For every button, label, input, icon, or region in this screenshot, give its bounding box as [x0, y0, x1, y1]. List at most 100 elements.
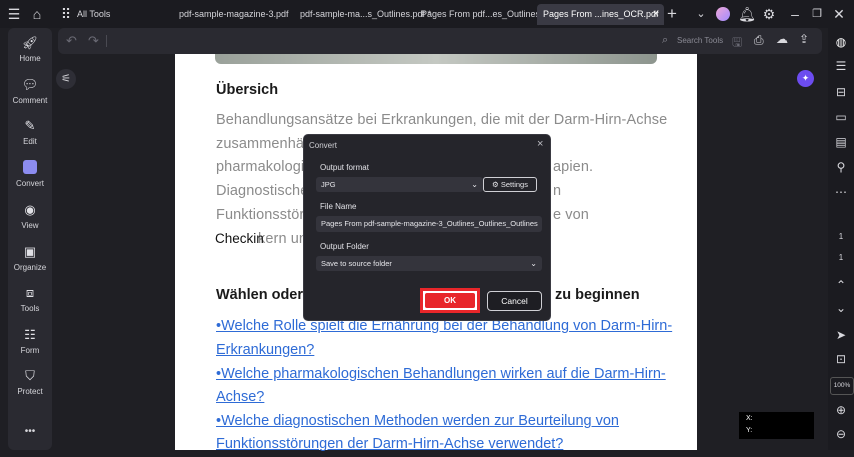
sidebar-item-edit[interactable]: ✎ Edit	[8, 118, 52, 146]
output-format-value: JPG	[321, 180, 336, 189]
grid-icon[interactable]: ⠿	[57, 5, 75, 23]
sidebar-item-protect[interactable]: ⛉ Protect	[8, 368, 52, 396]
print-icon[interactable]: ⎙	[754, 33, 764, 48]
close-window-icon[interactable]: ✕	[830, 5, 848, 23]
sidebar-item-label: Organize	[13, 263, 47, 272]
sidebar-item-convert[interactable]: Convert	[8, 160, 52, 188]
home-icon[interactable]: ⌂	[28, 5, 46, 23]
thumbnails-icon[interactable]: ☰	[833, 58, 849, 74]
convert-icon	[8, 160, 52, 176]
sidebar-item-label: Home	[19, 54, 41, 63]
organize-icon: ▣	[23, 244, 37, 259]
restore-icon[interactable]: ❐	[808, 5, 826, 23]
eye-icon: ◉	[24, 202, 36, 217]
tab-document-1[interactable]: pdf-sample-magazine-3.pdf	[179, 4, 289, 25]
all-tools-button[interactable]: All Tools	[77, 4, 110, 25]
sidebar-item-comment[interactable]: 💬︎ Comment	[8, 77, 52, 105]
cloud-upload-icon[interactable]: ☁	[776, 32, 788, 46]
search-icon[interactable]: ⌕	[662, 34, 668, 47]
sidebar-more-button[interactable]: •••	[8, 426, 52, 437]
sidebar-item-label: Convert	[15, 179, 44, 188]
settings-button-label: Settings	[500, 180, 528, 189]
zoom-out-icon[interactable]: ⊖	[833, 426, 849, 442]
question-link[interactable]: Achse?	[216, 389, 264, 405]
more-panels-icon[interactable]: ⋯	[833, 184, 849, 200]
sidebar-item-label: View	[21, 221, 39, 230]
sidebar-item-view[interactable]: ◉ View	[8, 202, 52, 230]
section-heading: Übersich	[216, 82, 279, 98]
output-folder-select[interactable]: Save to source folder ⌄	[316, 256, 542, 271]
tab-document-active[interactable]: Pages From ...ines_OCR.pdf ×	[537, 4, 664, 25]
left-sidebar: 🚀︎ Home 💬︎ Comment ✎ Edit Convert ◉ View…	[8, 28, 52, 450]
output-folder-value: Save to source folder	[321, 259, 392, 268]
new-tab-icon[interactable]: +	[663, 5, 681, 23]
y-coordinate-label: Y:	[746, 427, 753, 434]
undo-icon[interactable]: ↶	[66, 33, 77, 49]
tab-document-3[interactable]: Pages From pdf...es_Outlines.pdf	[421, 4, 555, 25]
ai-assistant-icon[interactable]: ✦	[797, 70, 814, 87]
fields-panel-icon[interactable]: ▤	[833, 134, 849, 150]
rocket-icon: 🚀︎	[21, 35, 39, 50]
select-tool-icon[interactable]: ➤	[833, 327, 849, 343]
minimize-icon[interactable]: –	[786, 5, 804, 23]
sidebar-item-tools[interactable]: ⧈ Tools	[8, 285, 52, 313]
shield-icon: ⛉	[25, 368, 35, 383]
save-icon[interactable]: 🖫︎	[732, 33, 742, 54]
paragraph-line: Diagnostische	[216, 183, 309, 199]
avatar[interactable]	[716, 7, 730, 21]
chevron-down-icon[interactable]: ⌄	[692, 5, 710, 23]
x-coordinate-label: X:	[746, 415, 753, 422]
ok-button-highlight: OK	[420, 288, 480, 313]
checkin-text: Checkin	[215, 231, 264, 246]
sidebar-item-home[interactable]: 🚀︎ Home	[8, 35, 52, 63]
paragraph-line-tail: apien.	[553, 159, 594, 175]
attachment-icon[interactable]: ⚲	[833, 159, 849, 175]
title-bar: ☰ ⌂ ⠿ All Tools pdf-sample-magazine-3.pd…	[0, 0, 854, 28]
bell-icon[interactable]: 🔔︎	[738, 5, 756, 23]
question-link[interactable]: Funktionsstörungen der Darm-Hirn-Achse v…	[216, 436, 563, 452]
right-sidebar: ◍ ☰ ⊟ ▭ ▤ ⚲ ⋯ 1 1 ⌃ ⌄ ➤ ⊡ 100% ⊕ ⊖	[828, 28, 854, 450]
search-tools-input[interactable]: Search Tools	[677, 36, 723, 45]
question-link[interactable]: Erkrankungen?	[216, 342, 314, 358]
hamburger-menu-icon[interactable]: ☰	[5, 5, 23, 23]
page-current[interactable]: 1	[833, 229, 849, 245]
file-name-label: File Name	[320, 202, 357, 211]
page-up-icon[interactable]: ⌃	[833, 277, 849, 293]
tab-active-label: Pages From ...ines_OCR.pdf	[543, 9, 659, 19]
sidebar-item-organize[interactable]: ▣ Organize	[8, 244, 52, 272]
zoom-in-icon[interactable]: ⊕	[833, 402, 849, 418]
subheading-left: Wählen oder s	[216, 287, 316, 303]
gear-icon[interactable]: ⚙	[760, 5, 778, 23]
settings-button[interactable]: ⚙ Settings	[483, 177, 537, 192]
toolbar-divider	[106, 35, 107, 47]
paragraph-line: Behandlungsansätze bei Erkrankungen, die…	[216, 112, 668, 128]
toolbar: ↶ ↷ ⌕ Search Tools 🖫︎ ⎙ ☁ ⇪	[58, 28, 822, 54]
assistant-icon[interactable]: ◍	[833, 34, 849, 50]
page-down-icon[interactable]: ⌄	[833, 300, 849, 316]
tab-document-2[interactable]: pdf-sample-ma...s_Outlines.pdf *	[300, 4, 431, 25]
convert-dialog: Convert × Output format JPG ⌄ ⚙ Settings…	[303, 134, 551, 321]
paragraph-line-tail: e von	[553, 207, 589, 223]
paragraph-line-tail: n	[553, 183, 562, 199]
form-icon: ☷	[24, 327, 36, 342]
fit-page-icon[interactable]: ⊡	[833, 351, 849, 367]
chevron-down-icon: ⌄	[471, 180, 478, 189]
paragraph-line: zusammenhän	[216, 136, 313, 152]
comments-panel-icon[interactable]: ▭	[833, 109, 849, 125]
file-name-input[interactable]: Pages From pdf-sample-magazine-3_Outline…	[316, 216, 542, 232]
adjust-panel-icon[interactable]: ⚟	[56, 69, 76, 89]
close-tab-icon[interactable]: ×	[653, 4, 659, 25]
output-format-select[interactable]: JPG ⌄	[316, 177, 483, 192]
share-icon[interactable]: ⇪	[799, 32, 809, 46]
question-link[interactable]: •Welche diagnostischen Methoden werden z…	[216, 413, 619, 429]
ok-button[interactable]: OK	[425, 293, 475, 308]
zoom-level[interactable]: 100%	[830, 377, 854, 395]
sidebar-item-form[interactable]: ☷ Form	[8, 327, 52, 355]
cancel-button[interactable]: Cancel	[487, 291, 542, 311]
sidebar-item-label: Protect	[17, 387, 43, 396]
bookmark-icon[interactable]: ⊟	[833, 84, 849, 100]
toolbox-icon: ⧈	[25, 285, 35, 300]
redo-icon[interactable]: ↷	[88, 33, 99, 49]
question-link[interactable]: •Welche pharmakologischen Behandlungen w…	[216, 366, 666, 382]
close-dialog-icon[interactable]: ×	[537, 138, 543, 150]
